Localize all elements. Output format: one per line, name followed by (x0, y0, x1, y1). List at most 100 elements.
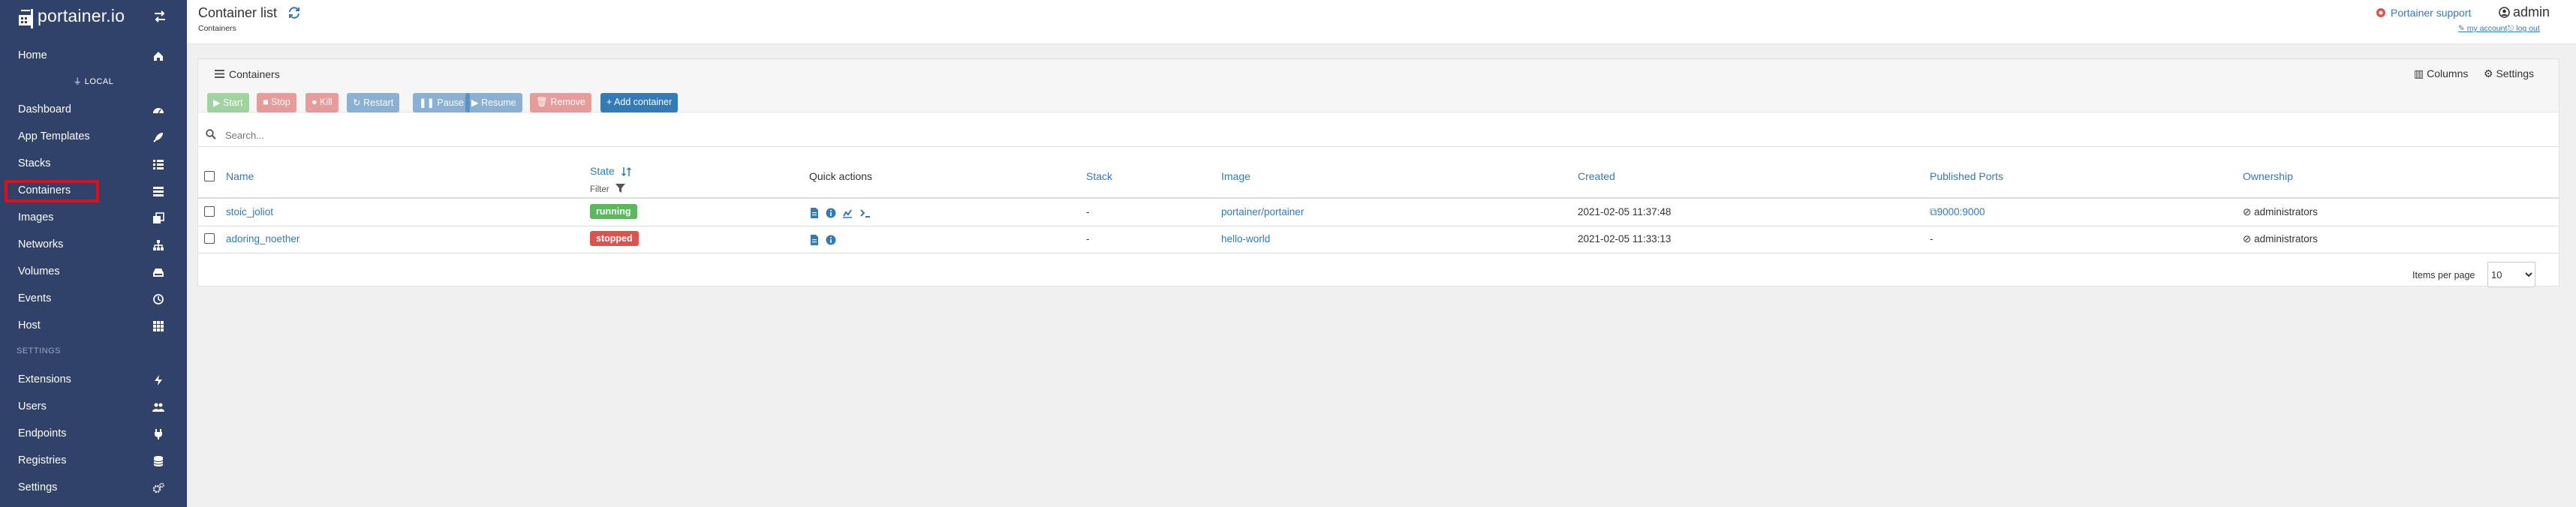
sidebar-item-label: Home (18, 50, 47, 62)
add-container-button[interactable]: + Add container (600, 93, 679, 112)
items-per-page-select[interactable]: 10 (2487, 262, 2535, 287)
columns-button[interactable]: ▥ Columns (2414, 68, 2468, 80)
containers-widget: Containers ▥ Columns ⚙ Settings ▶ Start … (197, 58, 2559, 287)
start-button[interactable]: ▶ Start (207, 93, 249, 112)
plug-icon: ⏚ (73, 77, 85, 86)
support-link[interactable]: Portainer support (2391, 7, 2471, 19)
clone-icon (153, 212, 164, 224)
columns-label: Columns (2427, 68, 2469, 80)
remove-button[interactable]: 🗑 Remove (530, 93, 591, 112)
tachometer-icon (153, 108, 164, 114)
ownership-label: administrators (2254, 206, 2318, 218)
active-item-highlight (5, 180, 99, 202)
logs-icon[interactable] (809, 208, 820, 218)
resume-label: Resume (481, 98, 516, 108)
history-icon (153, 294, 164, 304)
server-icon (153, 187, 164, 196)
sidebar-item-networks[interactable]: Networks (0, 232, 187, 258)
restart-button[interactable]: ↻ Restart (347, 93, 400, 112)
sidebar-item-label: Users (18, 400, 47, 412)
column-header-ownership[interactable]: Ownership (2243, 170, 2293, 182)
resume-button[interactable]: ▶ Resume (465, 93, 522, 112)
published-port-link[interactable]: ⧉9000:9000 (1930, 206, 1985, 218)
pause-button[interactable]: ❚❚ Pause (413, 93, 470, 112)
logo-text[interactable]: portainer.io (38, 6, 125, 26)
sidebar-item-volumes[interactable]: Volumes (0, 260, 187, 285)
terminal-icon[interactable] (860, 208, 871, 218)
column-header-created[interactable]: Created (1578, 170, 1615, 182)
sidebar-item-images[interactable]: Images (0, 206, 187, 231)
sidebar-item-events[interactable]: Events (0, 286, 187, 312)
logout-link[interactable]: ⎋ log out (2508, 24, 2540, 34)
info-icon[interactable] (826, 208, 836, 218)
table-header-divider (198, 197, 2559, 199)
ownership-value: ⊘ administrators (2243, 233, 2318, 245)
column-header-state[interactable]: State (590, 165, 615, 177)
column-header-name[interactable]: Name (226, 170, 254, 182)
sidebar-item-label: Registries (18, 454, 67, 466)
logs-icon[interactable] (809, 235, 820, 245)
play-icon: ▶ (213, 98, 224, 108)
sidebar-item-home[interactable]: Home (0, 44, 187, 69)
my-account-link[interactable]: ✎ my account (2458, 24, 2507, 33)
sidebar-item-settings[interactable]: Settings (0, 476, 187, 501)
refresh-icon[interactable] (287, 6, 301, 20)
breadcrumb: Containers (198, 24, 236, 33)
container-name-link[interactable]: adoring_noether (226, 233, 299, 244)
filter-icon[interactable] (615, 184, 625, 194)
kill-button[interactable]: ● Kill (305, 93, 339, 112)
sidebar-item-app-templates[interactable]: App Templates (0, 124, 187, 150)
logout-label: log out (2516, 24, 2540, 33)
widget-header: Containers ▥ Columns ⚙ Settings (198, 59, 2559, 88)
info-icon[interactable] (826, 235, 836, 245)
sidebar-item-extensions[interactable]: Extensions (0, 368, 187, 393)
status-badge: stopped (590, 231, 639, 246)
table-settings-button[interactable]: ⚙ Settings (2484, 68, 2534, 80)
sidebar-item-endpoints[interactable]: Endpoints (0, 422, 187, 447)
stop-button[interactable]: ■ Stop (257, 93, 296, 112)
published-port-value: 9000:9000 (1937, 206, 1985, 218)
sidebar-item-label: Stacks (18, 158, 51, 170)
sidebar-item-label: Host (18, 320, 41, 332)
sort-icon[interactable] (621, 166, 632, 177)
plug-icon (155, 429, 162, 440)
bomb-icon: ● (311, 97, 320, 107)
row-checkbox[interactable] (204, 206, 215, 217)
bolt-icon (155, 375, 162, 386)
sidebar-item-host[interactable]: Host (0, 314, 187, 339)
created-value: 2021-02-05 11:33:13 (1578, 233, 1672, 244)
list-icon (153, 160, 164, 170)
sidebar-item-dashboard[interactable]: Dashboard (0, 98, 187, 123)
remove-label: Remove (550, 97, 585, 107)
restart-label: Restart (363, 98, 394, 108)
image-link[interactable]: portainer/portainer (1221, 206, 1304, 218)
column-header-published-ports[interactable]: Published Ports (1930, 170, 2003, 182)
row-divider (198, 253, 2559, 254)
rocket-icon (153, 133, 163, 142)
sidebar-item-label: Networks (18, 238, 64, 250)
published-port-value: - (1930, 233, 1934, 244)
select-all-checkbox[interactable] (204, 171, 215, 182)
sidebar: portainer.io Home ⏚ LOCAL Dashboard App … (0, 0, 187, 507)
trash-icon: 🗑 (536, 97, 551, 107)
sidebar-item-registries[interactable]: Registries (0, 448, 187, 474)
stats-icon[interactable] (842, 208, 853, 218)
search-input[interactable] (224, 126, 977, 144)
container-name-link[interactable]: stoic_joliot (226, 206, 273, 218)
stack-value: - (1086, 206, 1090, 218)
sitemap-icon (153, 240, 164, 250)
column-header-image[interactable]: Image (1221, 170, 1250, 182)
row-checkbox[interactable] (204, 233, 215, 244)
sidebar-item-users[interactable]: Users (0, 394, 187, 420)
toggle-sidebar-icon[interactable] (152, 9, 167, 24)
list-icon (215, 70, 224, 78)
sidebar-item-stacks[interactable]: Stacks (0, 152, 187, 177)
th-icon (153, 321, 164, 332)
state-filter-label[interactable]: Filter (590, 185, 609, 194)
column-header-stack[interactable]: Stack (1086, 170, 1112, 182)
hdd-icon (153, 268, 164, 277)
ownership-value: ⊘ administrators (2243, 206, 2318, 218)
eye-slash-icon: ⊘ (2243, 233, 2255, 244)
sidebar-item-label: Extensions (18, 374, 71, 386)
image-link[interactable]: hello-world (1221, 233, 1270, 244)
